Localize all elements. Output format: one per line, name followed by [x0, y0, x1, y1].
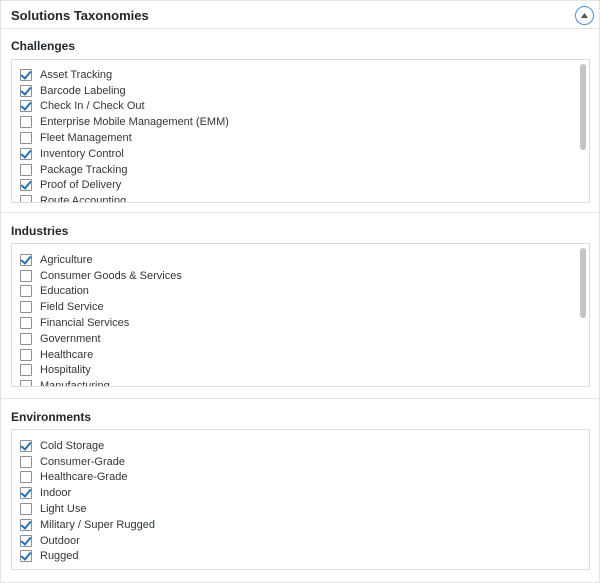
checklist-item[interactable]: Package Tracking [12, 162, 589, 178]
section-challenges: Challenges Asset Tracking Barcode Labelin… [1, 29, 599, 213]
checklist-item-label: Cold Storage [40, 439, 105, 452]
checkbox-checked[interactable] [20, 518, 32, 531]
checklist-item-label: Inventory Control [40, 147, 124, 160]
checklist-item[interactable]: Cold Storage [12, 438, 589, 454]
checkbox-unchecked[interactable] [20, 195, 32, 202]
checkbox-unchecked[interactable] [20, 317, 32, 330]
checklist-item-label: Indoor [40, 487, 72, 500]
checklist-item[interactable]: Asset Tracking [12, 67, 589, 83]
checklist-item-label: Check In / Check Out [40, 100, 145, 113]
section-title-industries: Industries [11, 224, 69, 238]
collapse-toggle-button[interactable] [575, 6, 594, 25]
checklist-item[interactable]: Outdoor [12, 533, 589, 549]
checklist-item[interactable]: Light Use [12, 501, 589, 517]
checklist-item-label: Route Accounting [40, 195, 127, 203]
environments-list: Cold Storage Consumer-Grade Healthcare-Gra… [12, 430, 589, 564]
checklist-item[interactable]: Education [12, 284, 589, 300]
challenges-scroll-thumb[interactable] [580, 64, 586, 150]
checkbox-unchecked[interactable] [20, 301, 32, 314]
checkbox-checked[interactable] [20, 68, 32, 81]
checklist-item[interactable]: Financial Services [12, 315, 589, 331]
checkbox-unchecked[interactable] [20, 380, 32, 386]
checklist-item-label: Military / Super Rugged [40, 518, 155, 531]
checklist-item-label: Enterprise Mobile Management (EMM) [40, 116, 229, 129]
collapse-up-icon [581, 13, 588, 18]
checklist-item[interactable]: Healthcare [12, 347, 589, 363]
checklist-item-label: Financial Services [40, 317, 130, 330]
checklist-item-label: Rugged [40, 550, 79, 563]
checklist-item[interactable]: Field Service [12, 299, 589, 315]
checklist-item-label: Education [40, 285, 89, 298]
industries-scroll-thumb[interactable] [580, 248, 586, 318]
checklist-item[interactable]: Healthcare-Grade [12, 470, 589, 486]
checklist-item[interactable]: Military / Super Rugged [12, 517, 589, 533]
checkbox-unchecked[interactable] [20, 348, 32, 361]
checkbox-checked[interactable] [20, 100, 32, 113]
checkbox-unchecked[interactable] [20, 455, 32, 468]
checkbox-checked[interactable] [20, 179, 32, 192]
solutions-taxonomies-panel: Solutions Taxonomies Challenges Asset Tr… [0, 0, 600, 583]
checklist-item[interactable]: Enterprise Mobile Management (EMM) [12, 114, 589, 130]
challenges-scrollbar[interactable] [580, 62, 587, 200]
challenges-checklist[interactable]: Asset Tracking Barcode Labeling Check In /… [11, 59, 590, 203]
checkbox-checked[interactable] [20, 84, 32, 97]
checklist-item[interactable]: Proof of Delivery [12, 178, 589, 194]
checklist-item[interactable]: Indoor [12, 485, 589, 501]
checklist-item-label: Outdoor [40, 534, 80, 547]
checklist-item-label: Consumer-Grade [40, 455, 125, 468]
challenges-list: Asset Tracking Barcode Labeling Check In /… [12, 60, 589, 203]
checklist-item-label: Manufacturing [40, 380, 110, 387]
checkbox-checked[interactable] [20, 147, 32, 160]
industries-list: Agriculture Consumer Goods & Services Educ… [12, 244, 589, 387]
checklist-item[interactable]: Fleet Management [12, 130, 589, 146]
checklist-item[interactable]: Hospitality [12, 363, 589, 379]
checklist-item[interactable]: Government [12, 331, 589, 347]
checklist-item[interactable]: Barcode Labeling [12, 83, 589, 99]
panel-title: Solutions Taxonomies [11, 8, 149, 23]
checklist-item-label: Proof of Delivery [40, 179, 122, 192]
checkbox-checked[interactable] [20, 550, 32, 563]
section-title-environments: Environments [11, 410, 92, 424]
checklist-item[interactable]: Agriculture [12, 252, 589, 268]
checkbox-unchecked[interactable] [20, 332, 32, 345]
checklist-item[interactable]: Consumer Goods & Services [12, 268, 589, 284]
checklist-item-label: Light Use [40, 503, 87, 516]
industries-scrollbar[interactable] [580, 246, 587, 384]
checklist-item-label: Hospitality [40, 364, 91, 377]
checkbox-unchecked[interactable] [20, 269, 32, 282]
checkbox-unchecked[interactable] [20, 285, 32, 298]
checklist-item-label: Healthcare [40, 348, 94, 361]
checkbox-unchecked[interactable] [20, 364, 32, 377]
checkbox-unchecked[interactable] [20, 116, 32, 129]
checklist-item[interactable]: Consumer-Grade [12, 454, 589, 470]
checklist-item-label: Field Service [40, 301, 104, 314]
section-industries: Industries Agriculture Consumer Goods & S… [1, 213, 599, 398]
checklist-item-label: Fleet Management [40, 132, 132, 145]
checklist-item-label: Asset Tracking [40, 68, 113, 81]
checklist-item-label: Barcode Labeling [40, 84, 126, 97]
checklist-item-label: Agriculture [40, 253, 93, 266]
industries-checklist[interactable]: Agriculture Consumer Goods & Services Educ… [11, 243, 590, 387]
checklist-item-label: Consumer Goods & Services [40, 269, 182, 282]
checklist-item[interactable]: Manufacturing [12, 378, 589, 387]
checkbox-checked[interactable] [20, 487, 32, 500]
checklist-item-label: Healthcare-Grade [40, 471, 128, 484]
checklist-item-label: Package Tracking [40, 163, 128, 176]
panel-header: Solutions Taxonomies [1, 1, 599, 29]
checkbox-unchecked[interactable] [20, 132, 32, 145]
checkbox-unchecked[interactable] [20, 163, 32, 176]
section-environments: Environments Cold Storage Consumer-Grade H… [1, 399, 599, 582]
checkbox-unchecked[interactable] [20, 471, 32, 484]
checklist-item[interactable]: Rugged [12, 549, 589, 565]
checklist-item[interactable]: Inventory Control [12, 146, 589, 162]
checklist-item-label: Government [40, 332, 101, 345]
checkbox-unchecked[interactable] [20, 503, 32, 516]
checklist-item[interactable]: Route Accounting [12, 193, 589, 203]
environments-checklist[interactable]: Cold Storage Consumer-Grade Healthcare-Gra… [11, 429, 590, 570]
checklist-item[interactable]: Check In / Check Out [12, 99, 589, 115]
checkbox-checked[interactable] [20, 253, 32, 266]
checkbox-checked[interactable] [20, 534, 32, 547]
checkbox-checked[interactable] [20, 439, 32, 452]
section-title-challenges: Challenges [11, 39, 76, 53]
